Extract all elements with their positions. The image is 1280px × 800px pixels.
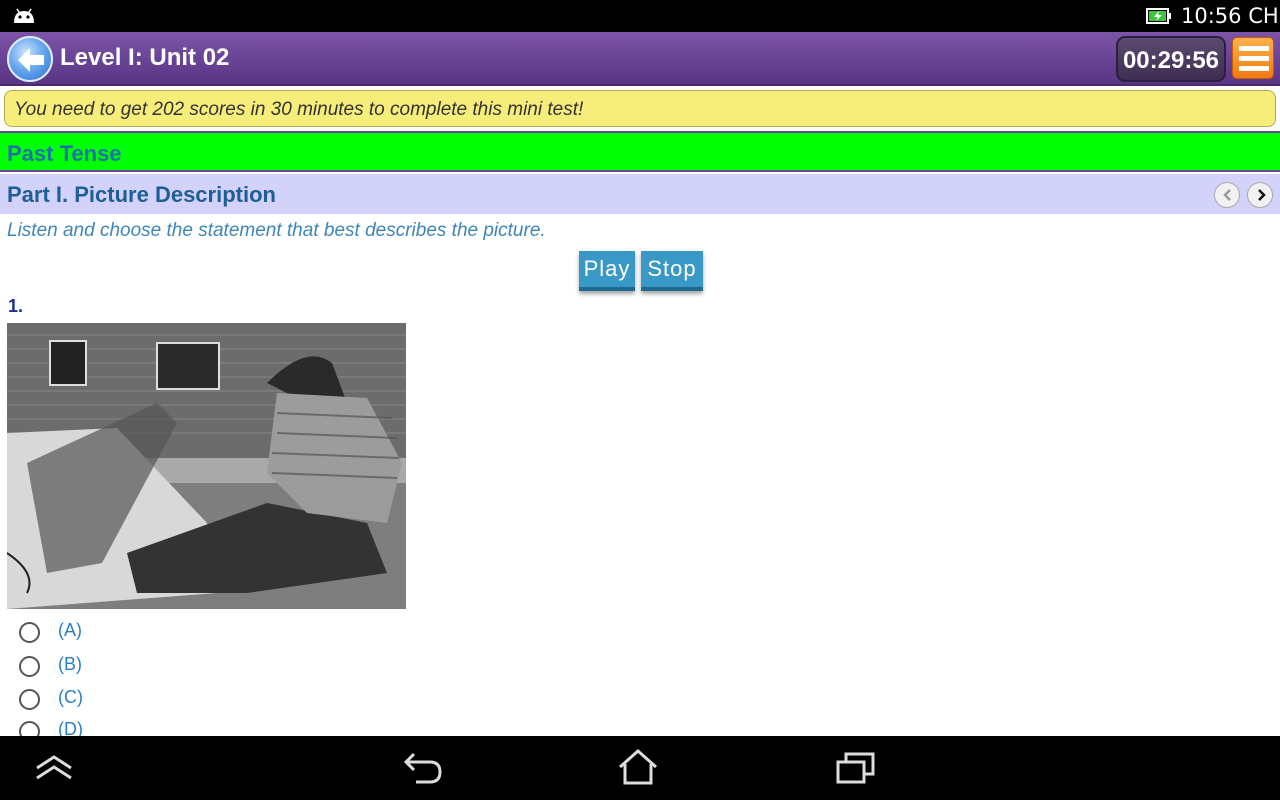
status-bar: 10:56 CH bbox=[0, 0, 1280, 32]
clock: 10:56 CH bbox=[1181, 4, 1279, 28]
option-a[interactable]: (A) bbox=[19, 619, 219, 645]
notice-text: You need to get 202 scores in 30 minutes… bbox=[14, 99, 584, 120]
previous-part-button[interactable] bbox=[1214, 182, 1240, 208]
instruction-text: Listen and choose the statement that bes… bbox=[7, 220, 546, 241]
option-b[interactable]: (B) bbox=[19, 653, 219, 679]
android-icon bbox=[14, 8, 34, 23]
part-title: Part I. Picture Description bbox=[7, 182, 276, 207]
page-title: Level I: Unit 02 bbox=[60, 44, 230, 71]
option-c[interactable]: (C) bbox=[19, 686, 219, 712]
home-icon[interactable] bbox=[617, 748, 659, 786]
chevron-right-icon bbox=[1258, 189, 1266, 201]
countdown-timer: 00:29:56 bbox=[1116, 36, 1226, 82]
app-header: Level I: Unit 02 00:29:56 bbox=[0, 32, 1280, 86]
battery-charging-icon bbox=[1146, 8, 1171, 24]
next-part-button[interactable] bbox=[1247, 182, 1273, 208]
chevron-left-icon bbox=[1223, 189, 1231, 201]
option-label: (B) bbox=[58, 654, 82, 674]
option-label: (C) bbox=[58, 687, 83, 707]
radio-a[interactable] bbox=[19, 622, 40, 643]
back-button[interactable] bbox=[7, 36, 53, 82]
back-icon[interactable] bbox=[402, 750, 444, 786]
radio-c[interactable] bbox=[19, 689, 40, 710]
navigation-bar bbox=[0, 736, 1280, 800]
question-picture bbox=[7, 323, 406, 609]
question-number: 1. bbox=[8, 296, 24, 316]
topic-title: Past Tense bbox=[7, 141, 122, 166]
topic-bar: Past Tense bbox=[0, 133, 1280, 172]
recent-apps-icon[interactable] bbox=[835, 750, 877, 786]
radio-b[interactable] bbox=[19, 656, 40, 677]
notice-banner: You need to get 202 scores in 30 minutes… bbox=[4, 90, 1276, 127]
part-bar: Part I. Picture Description bbox=[0, 174, 1280, 214]
stop-button[interactable]: Stop bbox=[641, 251, 703, 291]
menu-button[interactable] bbox=[1232, 37, 1274, 79]
home-up-icon[interactable] bbox=[34, 754, 74, 782]
option-label: (A) bbox=[58, 620, 82, 640]
back-arrow-icon bbox=[18, 48, 44, 72]
timer-value: 00:29:56 bbox=[1122, 47, 1220, 74]
play-button[interactable]: Play bbox=[579, 251, 635, 291]
